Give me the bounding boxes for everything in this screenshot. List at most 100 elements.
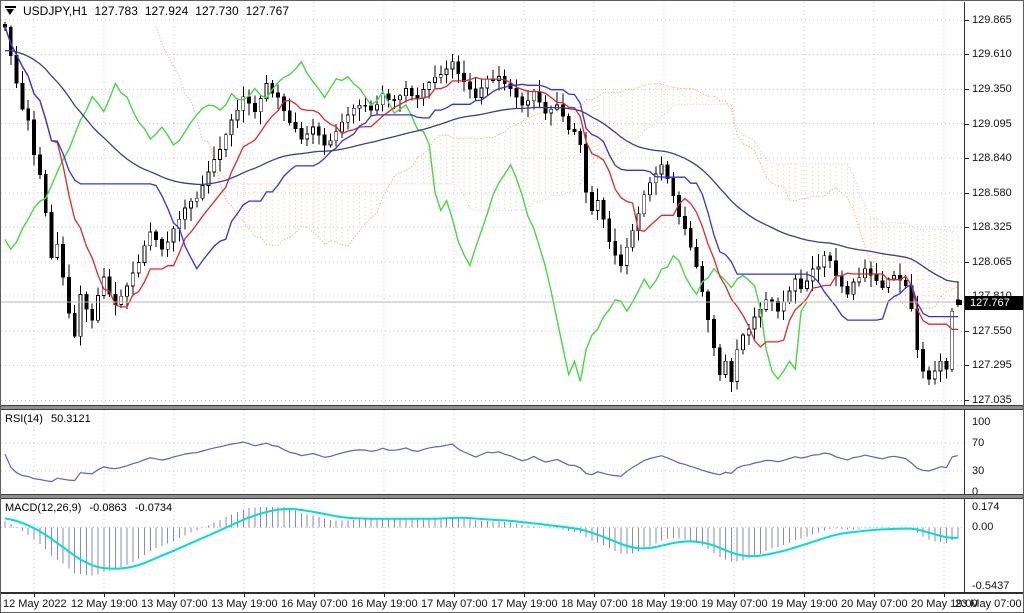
candle bbox=[253, 103, 256, 111]
rsi-header: RSI(14) 50.3121 bbox=[5, 413, 96, 425]
candle bbox=[840, 276, 843, 287]
time-axis-label: 12 May 19:00 bbox=[71, 598, 138, 610]
candle bbox=[439, 75, 442, 78]
candle bbox=[695, 247, 698, 266]
candle bbox=[329, 141, 332, 145]
candle bbox=[131, 273, 134, 286]
senkou-b-line bbox=[156, 27, 958, 236]
candle bbox=[346, 115, 349, 122]
candle bbox=[38, 155, 41, 175]
candle bbox=[608, 219, 611, 242]
candle bbox=[724, 361, 727, 374]
time-tick-mark bbox=[174, 594, 175, 597]
candle bbox=[224, 135, 227, 150]
candle bbox=[73, 313, 76, 336]
candle bbox=[341, 122, 344, 131]
candle bbox=[219, 149, 222, 159]
current-price-value: 127.767 bbox=[970, 297, 1010, 309]
candle bbox=[823, 256, 826, 267]
time-tick-mark bbox=[874, 594, 875, 597]
candle bbox=[434, 77, 437, 82]
candle bbox=[294, 122, 297, 128]
candle bbox=[381, 94, 384, 105]
candle bbox=[91, 309, 94, 320]
candle bbox=[532, 92, 535, 101]
symbol-period-label: USDJPY,H1 bbox=[23, 4, 87, 18]
current-price-label: 127.767 bbox=[965, 296, 1024, 310]
price-tick-mark bbox=[965, 20, 969, 21]
time-tick-mark bbox=[454, 594, 455, 597]
candle bbox=[893, 275, 896, 279]
price-tick-mark bbox=[965, 365, 969, 366]
candle bbox=[451, 62, 454, 69]
candle bbox=[50, 213, 53, 258]
price-tick-label: 129.350 bbox=[972, 83, 1012, 96]
time-axis-label: 13 May 19:00 bbox=[211, 598, 278, 610]
candle bbox=[335, 132, 338, 141]
candle bbox=[805, 281, 808, 289]
candle bbox=[21, 83, 24, 109]
time-tick-mark bbox=[594, 594, 595, 597]
candle bbox=[259, 98, 262, 111]
time-axis-label: 16 May 19:00 bbox=[351, 598, 418, 610]
rsi-panel: 10070300 RSI(14) 50.3121 bbox=[1, 410, 1023, 494]
candle bbox=[927, 371, 930, 379]
candle bbox=[422, 90, 425, 98]
candle bbox=[480, 88, 483, 97]
chart-header: USDJPY,H1 127.783 127.924 127.730 127.76… bbox=[5, 4, 296, 18]
time-axis-label: 13 May 07:00 bbox=[141, 598, 208, 610]
rsi-axis[interactable]: 10070300 bbox=[964, 410, 1024, 494]
rsi-canvas[interactable] bbox=[1, 410, 964, 494]
price-tick-label: 129.095 bbox=[972, 118, 1012, 131]
candle bbox=[236, 110, 239, 120]
price-tick-label: 128.065 bbox=[972, 256, 1012, 269]
candle bbox=[788, 291, 791, 302]
main-chart-canvas[interactable] bbox=[1, 2, 964, 405]
time-axis[interactable]: 12 May 202212 May 19:0013 May 07:0013 Ma… bbox=[1, 592, 1023, 613]
candle bbox=[858, 278, 861, 282]
candle bbox=[683, 216, 686, 228]
candle bbox=[375, 105, 378, 110]
time-tick-mark bbox=[804, 594, 805, 597]
candle bbox=[834, 261, 837, 276]
candle bbox=[939, 361, 942, 371]
candle bbox=[782, 302, 785, 311]
time-axis-label: 19 May 07:00 bbox=[701, 598, 768, 610]
candle bbox=[56, 244, 59, 257]
price-tick-mark bbox=[965, 400, 969, 401]
time-axis-label: 18 May 19:00 bbox=[631, 598, 698, 610]
candle bbox=[864, 269, 867, 278]
candle bbox=[596, 201, 599, 211]
candle bbox=[172, 229, 175, 242]
candle bbox=[707, 292, 710, 320]
candle bbox=[817, 267, 820, 269]
macd-tick-label: 0.00 bbox=[972, 521, 993, 534]
rsi-tick-label: 100 bbox=[972, 416, 990, 429]
candle bbox=[526, 101, 529, 105]
candle bbox=[567, 116, 570, 129]
candle bbox=[573, 129, 576, 131]
chart-dropdown-icon[interactable] bbox=[5, 6, 16, 16]
candle bbox=[410, 89, 413, 96]
candle bbox=[317, 127, 320, 135]
candle bbox=[561, 105, 564, 116]
price-axis[interactable]: 129.865129.610129.350129.095128.840128.5… bbox=[964, 2, 1024, 405]
macd-tick-label: 0.174 bbox=[972, 501, 1000, 514]
candle bbox=[881, 281, 884, 288]
time-axis-label: 18 May 07:00 bbox=[561, 598, 628, 610]
time-axis-label: 23 May 07:00 bbox=[955, 598, 1022, 610]
candle bbox=[67, 277, 70, 313]
kijun-line bbox=[5, 27, 958, 321]
candle bbox=[27, 109, 30, 120]
macd-axis[interactable]: 0.1740.00-0.5437 bbox=[964, 499, 1024, 592]
candle bbox=[277, 93, 280, 97]
price-tick-mark bbox=[965, 262, 969, 263]
time-tick-mark bbox=[734, 594, 735, 597]
price-tick-mark bbox=[965, 193, 969, 194]
candle bbox=[550, 109, 553, 113]
candle bbox=[120, 296, 123, 304]
price-tick-label: 129.610 bbox=[972, 48, 1012, 61]
time-axis-label: 16 May 07:00 bbox=[281, 598, 348, 610]
candle bbox=[945, 361, 948, 369]
rsi-tick-label: 30 bbox=[972, 465, 984, 478]
